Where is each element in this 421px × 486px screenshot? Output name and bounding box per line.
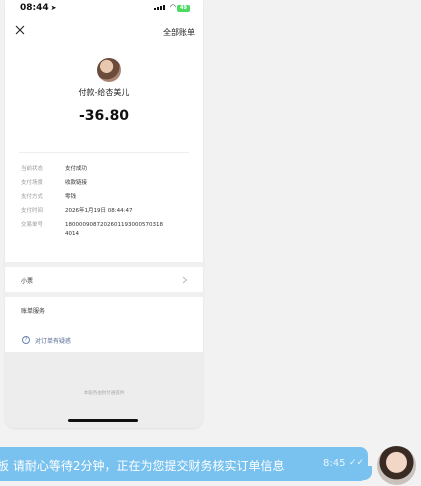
battery-icon: 49 [177,5,190,12]
detail-label: 支付时间 [21,208,44,214]
order-question-link[interactable]: 对订单有疑惑 [35,336,71,345]
chat-message-text: 板 请耐心等待2分钟，正在为您提交财务核实订单信息 [0,459,285,473]
signal-icon [154,5,165,10]
section-separator [5,292,203,297]
detail-label: 交易单号 [21,222,44,228]
location-arrow-icon: ➤ [50,4,57,12]
receipt-row[interactable]: 小票 [21,276,33,285]
all-bills-link[interactable]: 全部账单 [163,27,195,38]
sender-avatar[interactable] [377,446,416,485]
section-separator [5,262,203,267]
chat-message-time: 8:45 [323,458,346,469]
detail-value: 零钱 [65,194,77,200]
payee-name: 付款-给杏美儿 [78,88,130,97]
detail-value: 2026年1月19日 08:44:47 [65,208,133,214]
detail-row: 交易单号 1800009087202601193000570318 4014 [21,221,195,239]
status-bar: 08:44 ➤ ◠ 49 [5,0,203,18]
detail-value: 支付成功 [65,166,88,172]
footer-provider-text: 本服务由财付通提供 [83,391,125,396]
detail-value: 收款链接 [65,180,88,186]
chat-message-bubble[interactable]: 板 请耐心等待2分钟，正在为您提交财务核实订单信息 8:45 ✓✓ [0,447,368,481]
wifi-icon: ◠ [169,3,176,11]
payment-amount: -36.80 [78,108,130,124]
detail-row: 支付方式 零钱 [21,193,195,202]
payee-avatar [97,58,121,82]
bubble-tail [364,466,372,480]
read-check-icon: ✓✓ [349,458,365,468]
chevron-right-icon[interactable] [182,276,188,284]
bill-service-title: 账单服务 [21,308,46,315]
detail-label: 支付方式 [21,194,44,200]
detail-row: 当前状态 支付成功 [21,165,195,174]
detail-value: 1800009087202601193000570318 4014 [65,222,163,237]
detail-label: 当前状态 [21,166,44,172]
divider [19,152,189,153]
detail-label: 支付场景 [21,180,44,186]
home-indicator [68,419,138,422]
footer: 本服务由财付通提供 [5,352,203,428]
detail-row: 支付场景 收款链接 [21,179,195,188]
question-icon: ? [22,336,30,344]
transaction-details: 当前状态 支付成功 支付场景 收款链接 支付方式 零钱 支付时间 2026年1月… [21,165,195,244]
top-bar: 全部账单 [5,24,203,42]
payment-detail-screenshot: 08:44 ➤ ◠ 49 全部账单 付款-给杏美儿 -36.80 当前状态 支付成… [5,0,203,428]
status-time: 08:44 ➤ [20,3,57,13]
detail-row: 支付时间 2026年1月19日 08:44:47 [21,207,195,216]
close-icon[interactable] [15,25,25,35]
